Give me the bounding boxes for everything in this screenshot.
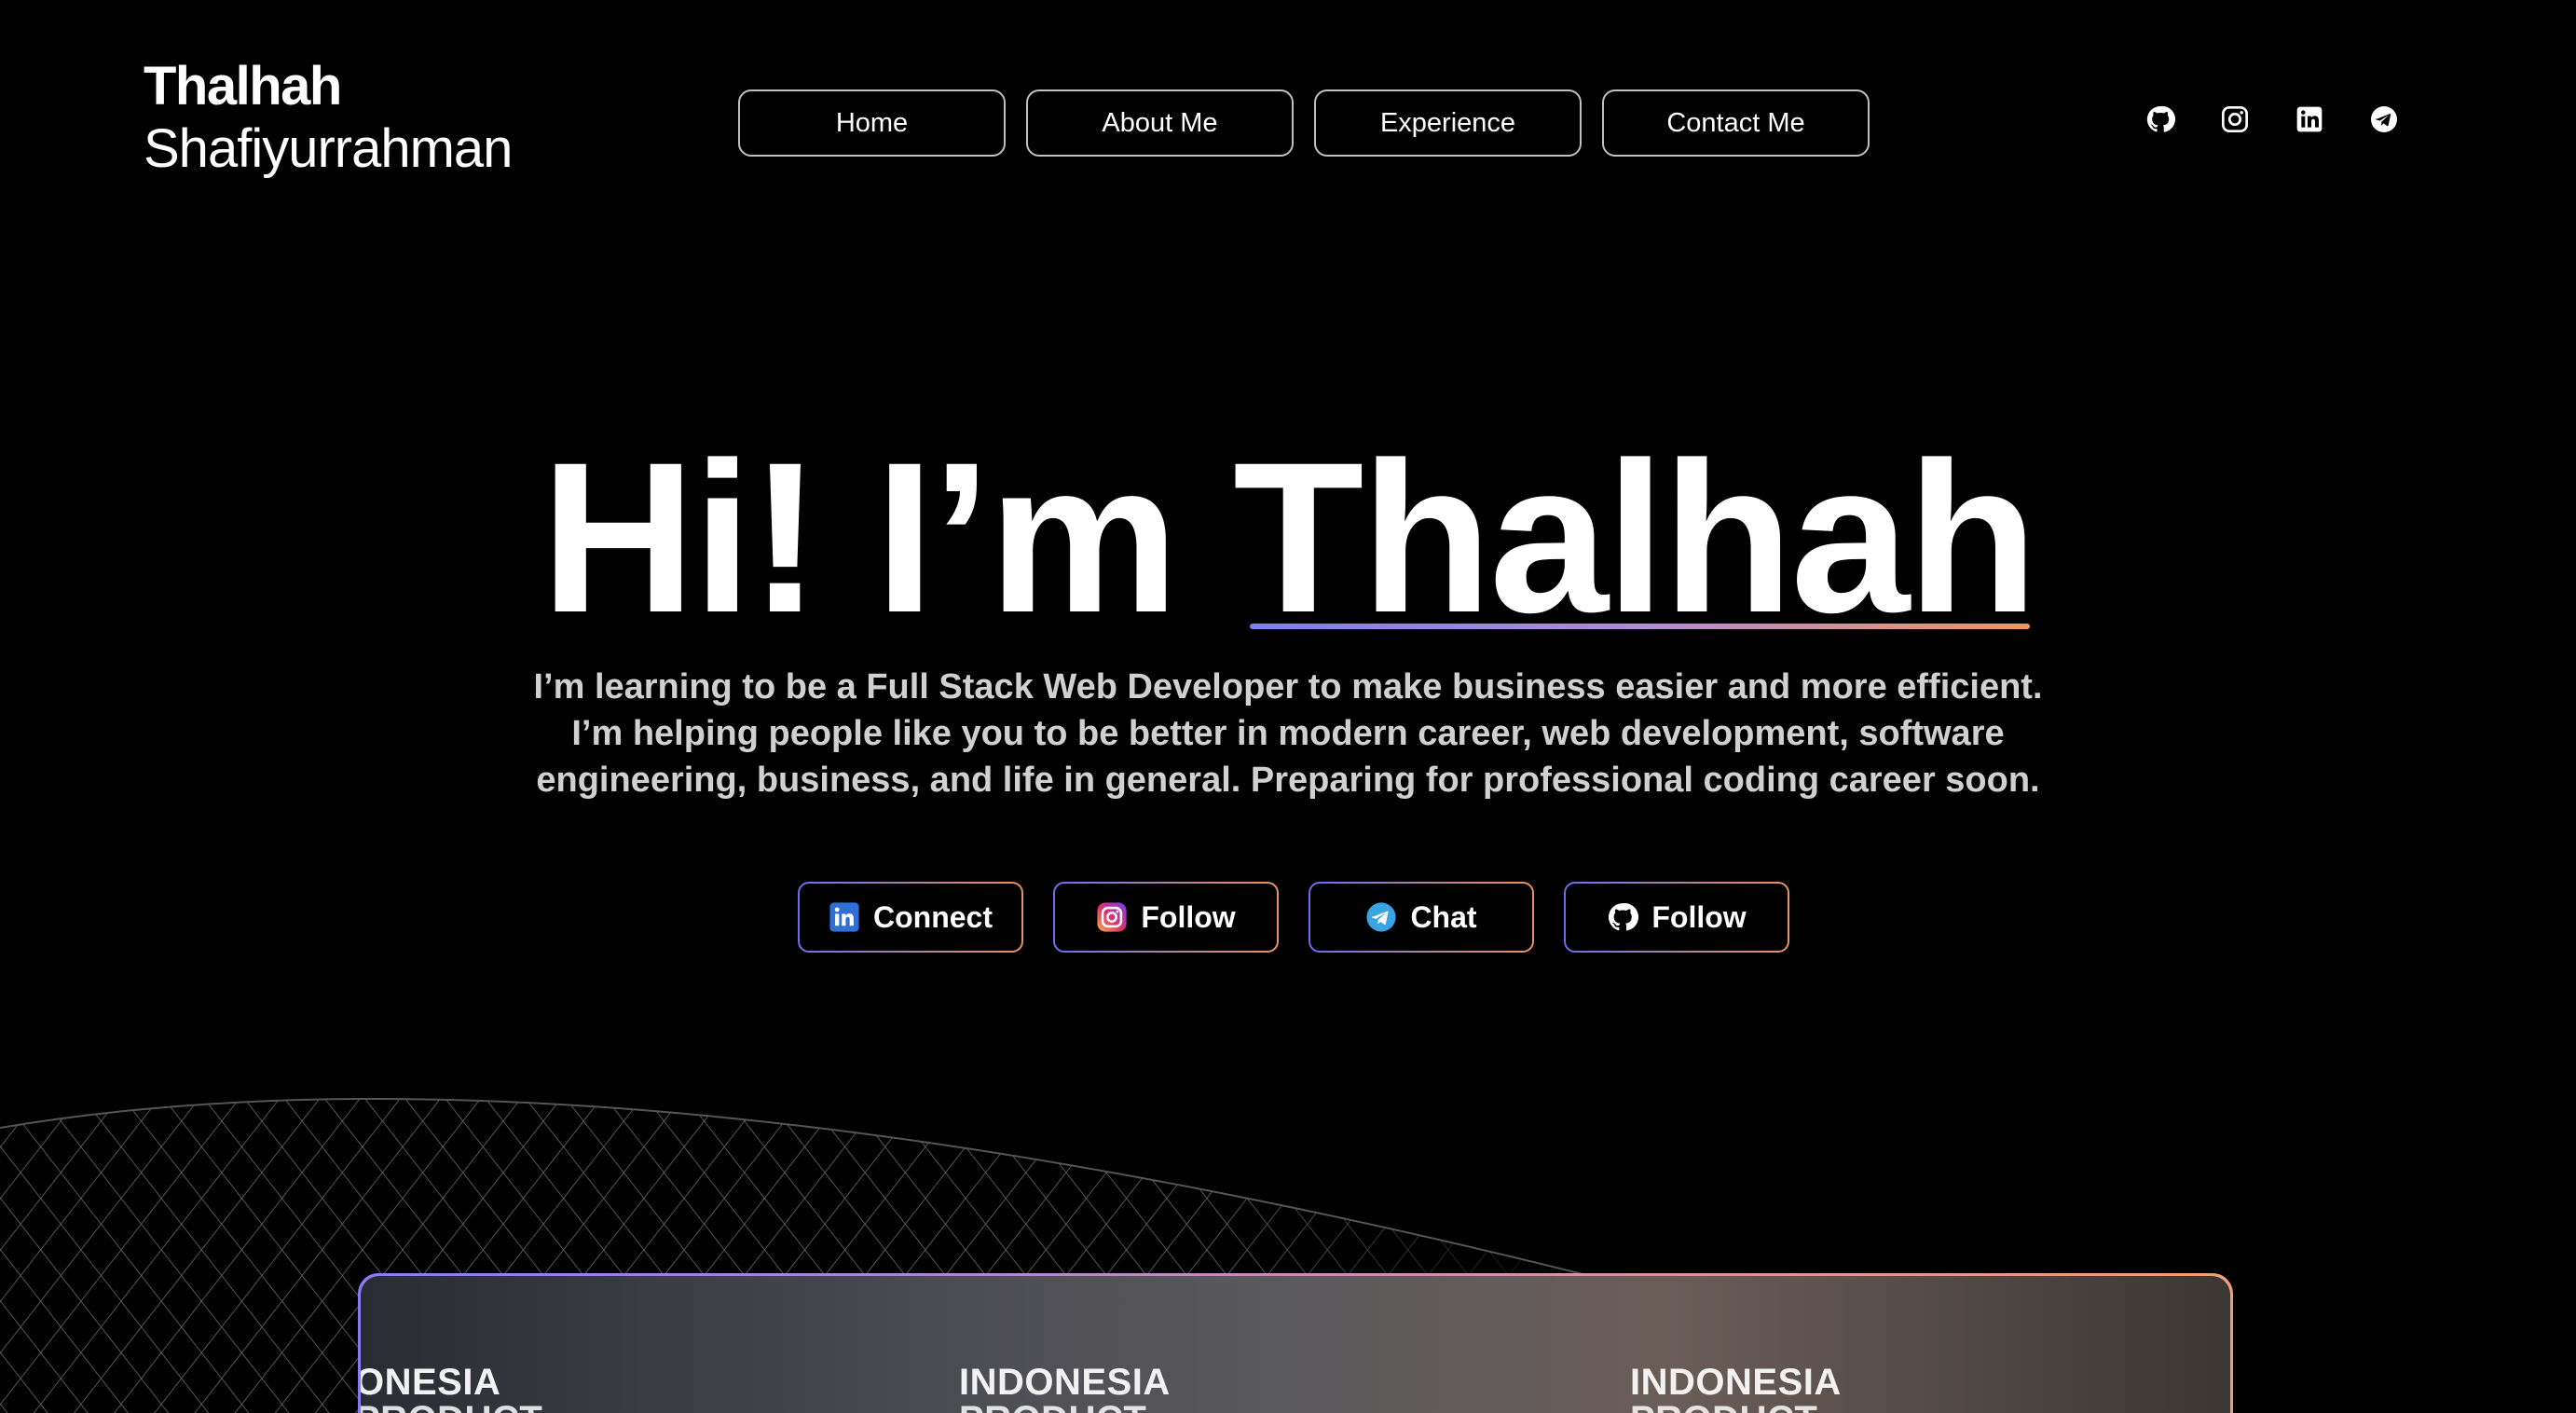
hero-title: Hi! I’m Thalhah (0, 419, 2576, 655)
preview-banner: INDONESIA PRODUCT (1630, 1364, 1842, 1413)
telegram-icon (1365, 901, 1397, 933)
github-follow-button[interactable]: Follow (1564, 882, 1789, 953)
hero-title-name: Thalhah (1233, 418, 2038, 657)
hero-description-line: I’m learning to be a Full Stack Web Deve… (533, 667, 2043, 706)
hero-description: I’m learning to be a Full Stack Web Deve… (0, 664, 2576, 803)
cta-button-row: Connect Follow Chat Follow (798, 882, 1789, 953)
preview-banner: INDONESIA PRODUCT (959, 1364, 1171, 1413)
hero-description-line: engineering, business, and life in gener… (536, 761, 2040, 800)
linkedin-icon[interactable] (2295, 104, 2324, 134)
preview-banner: ONESIA PRODUCT (361, 1364, 542, 1413)
nav-experience-button[interactable]: Experience (1314, 89, 1582, 157)
telegram-icon[interactable] (2369, 104, 2399, 134)
cta-label: Chat (1410, 899, 1477, 934)
cta-label: Follow (1651, 899, 1747, 934)
telegram-chat-button[interactable]: Chat (1309, 882, 1534, 953)
site-logo[interactable]: Thalhah Shafiyurrahman (144, 56, 513, 180)
github-icon (1607, 901, 1639, 933)
main-nav: Home About Me Experience Contact Me (738, 89, 1870, 157)
instagram-icon (1096, 901, 1128, 933)
cta-label: Follow (1141, 899, 1236, 934)
preview-banner-line: INDONESIA (959, 1362, 1171, 1403)
preview-banner-line: PRODUCT (959, 1401, 1171, 1413)
instagram-icon[interactable] (2220, 104, 2250, 134)
preview-banner-line: ONESIA (361, 1362, 501, 1403)
logo-last-name: Shafiyurrahman (144, 117, 513, 179)
logo-first-name: Thalhah (144, 56, 342, 117)
nav-home-button[interactable]: Home (738, 89, 1006, 157)
cta-label: Connect (873, 899, 993, 934)
preview-banner-line: PRODUCT (1630, 1401, 1842, 1413)
preview-banner-line: PRODUCT (361, 1401, 542, 1413)
nav-contact-button[interactable]: Contact Me (1602, 89, 1870, 157)
nav-about-button[interactable]: About Me (1026, 89, 1294, 157)
hero-title-prefix: Hi! I’m (541, 418, 1179, 657)
github-icon[interactable] (2145, 104, 2175, 134)
featured-preview-card[interactable]: ONESIA PRODUCT INDONESIA PRODUCT INDONES… (358, 1273, 2233, 1413)
header-social-links (2145, 104, 2399, 134)
linkedin-connect-button[interactable]: Connect (798, 882, 1023, 953)
preview-banner-line: INDONESIA (1630, 1362, 1842, 1403)
linkedin-icon (829, 901, 860, 933)
preview-image: ONESIA PRODUCT INDONESIA PRODUCT INDONES… (361, 1276, 2230, 1413)
instagram-follow-button[interactable]: Follow (1053, 882, 1279, 953)
hero-description-line: I’m helping people like you to be better… (571, 714, 2005, 753)
